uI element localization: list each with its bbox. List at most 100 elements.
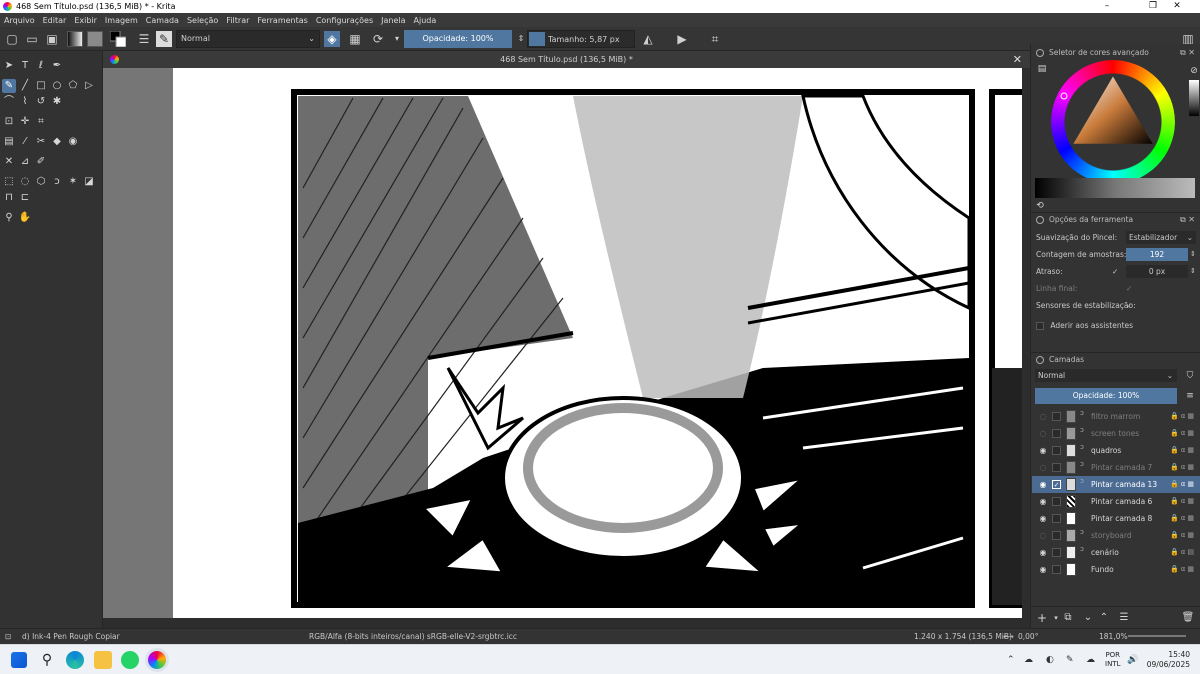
layer-select-checkbox[interactable] — [1052, 446, 1061, 455]
layer-row[interactable]: ◌ ↄ screen tones 🔒α▦ — [1032, 425, 1200, 442]
eye-icon[interactable]: ◉ — [1038, 446, 1048, 455]
line-tool-icon[interactable]: ╱ — [18, 79, 32, 93]
ellipse-select-icon[interactable]: ◌ — [18, 175, 32, 189]
layer-row[interactable]: ◉ Fundo 🔒α▦ — [1032, 561, 1200, 578]
drawing-canvas[interactable] — [103, 68, 1022, 618]
volume-icon[interactable]: 🔊 — [1127, 645, 1138, 674]
layer-row[interactable]: ◉ ↄ quadros 🔒α▦ — [1032, 442, 1200, 459]
color-wheel[interactable] — [1051, 60, 1175, 184]
edit-shapes-icon[interactable]: ℓ — [34, 59, 48, 73]
measure-tool-icon[interactable]: ⊿ — [18, 155, 32, 169]
smoothing-select[interactable]: Estabilizador ⌄ — [1126, 231, 1196, 244]
move-tool-icon[interactable]: ✛ — [18, 115, 32, 129]
layer-lock-icons[interactable]: 🔒α▦ — [1170, 493, 1196, 510]
brush-size-slider[interactable]: Tamanho: 5,87 px — [527, 30, 635, 48]
hidden-eye-icon[interactable]: ◌ — [1038, 429, 1048, 438]
hidden-eye-icon[interactable]: ◌ — [1038, 531, 1048, 540]
bezier-tool-icon[interactable]: ⌒ — [2, 95, 16, 109]
eye-icon[interactable]: ◉ — [1038, 497, 1048, 506]
assistant-tool-icon[interactable]: ✕ — [2, 155, 16, 169]
layer-row[interactable]: ◉ Pintar camada 6 🔒α▦ — [1032, 493, 1200, 510]
new-document-icon[interactable]: ▢ — [4, 31, 20, 47]
value-slider[interactable] — [1189, 80, 1199, 116]
smart-patch-icon[interactable]: ✂ — [34, 135, 48, 149]
bezier-select-icon[interactable]: ⊓ — [2, 191, 16, 205]
layer-select-checkbox[interactable] — [1052, 429, 1061, 438]
samples-input[interactable]: 192 — [1126, 248, 1188, 261]
text-tool-icon[interactable]: T — [18, 59, 32, 73]
freehand-path-icon[interactable]: ⌇ — [18, 95, 32, 109]
layer-properties-icon[interactable]: ☰ — [1117, 611, 1131, 625]
pan-tool-icon[interactable]: ✋ — [18, 211, 32, 225]
krita-taskbar-icon[interactable] — [148, 651, 166, 669]
menu-filtrar[interactable]: Filtrar — [226, 16, 249, 25]
color-picker-icon[interactable]: ⁄ — [18, 135, 32, 149]
similar-select-icon[interactable]: ◪ — [82, 175, 96, 189]
layer-lock-icons[interactable]: 🔒α▦ — [1170, 561, 1196, 578]
zoom-slider[interactable] — [1128, 635, 1186, 637]
menu-ferramentas[interactable]: Ferramentas — [257, 16, 307, 25]
menu-camada[interactable]: Camada — [146, 16, 179, 25]
refresh-icon[interactable]: ⟲ — [1033, 199, 1047, 213]
layer-lock-icons[interactable]: 🔒α▤ — [1170, 544, 1196, 561]
color-settings-icon[interactable]: ▤ — [1035, 62, 1049, 76]
ellipse-tool-icon[interactable]: ○ — [50, 79, 64, 93]
blend-mode-select[interactable]: Normal ⌄ — [176, 30, 320, 48]
freehand-brush-icon[interactable]: ✎ — [2, 79, 16, 93]
crop-tool-icon[interactable]: ⌗ — [34, 115, 48, 129]
tray-network-icon[interactable]: ◐ — [1046, 645, 1054, 674]
layer-row[interactable]: ◌ ↄ storyboard 🔒α▦ — [1032, 527, 1200, 544]
wrap-around-icon[interactable]: ⌗ — [707, 31, 723, 47]
layer-lock-icons[interactable]: 🔒α▦ — [1170, 408, 1196, 425]
polygon-select-icon[interactable]: ⬡ — [34, 175, 48, 189]
layer-select-checkbox[interactable] — [1052, 565, 1061, 574]
close-document-icon[interactable]: ✕ — [1013, 51, 1022, 68]
tray-pen-icon[interactable]: ✎ — [1066, 645, 1074, 674]
delete-layer-icon[interactable]: 🗑 — [1181, 611, 1195, 625]
eraser-mode-icon[interactable]: ◈ — [324, 31, 340, 47]
layer-select-checkbox[interactable] — [1052, 412, 1061, 421]
sensors-checkbox[interactable]: ✓ — [1126, 299, 1132, 312]
status-rotation[interactable]: 0,00° — [1018, 629, 1038, 644]
layer-row[interactable]: ◌ ↄ Pintar camada 7 🔒α▦ — [1032, 459, 1200, 476]
brush-preset-icon[interactable]: ⊡ — [5, 629, 11, 644]
color-history-strip[interactable] — [1035, 178, 1195, 198]
edge-browser-icon[interactable] — [66, 651, 84, 669]
reference-tool-icon[interactable]: ✐ — [34, 155, 48, 169]
samples-stepper-icon[interactable]: ⇕ — [1190, 248, 1196, 261]
filter-icon[interactable]: ⛉ — [1183, 369, 1197, 383]
layer-select-checkbox[interactable] — [1052, 514, 1061, 523]
polyline-tool-icon[interactable]: ▷ — [82, 79, 96, 93]
mirror-horizontal-icon[interactable]: ◭ — [640, 31, 656, 47]
dynamic-brush-icon[interactable]: ↺ — [34, 95, 48, 109]
menu-editar[interactable]: Editar — [43, 16, 67, 25]
layer-select-checkbox[interactable]: ✓ — [1052, 480, 1061, 489]
eye-icon[interactable]: ◉ — [1038, 548, 1048, 557]
opacity-slider[interactable]: Opacidade: 100% — [404, 30, 512, 48]
magnetic-select-icon[interactable]: ⊏ — [18, 191, 32, 205]
clock[interactable]: 15:40 09/06/2025 — [1144, 650, 1190, 670]
freehand-select-icon[interactable]: ↄ — [50, 175, 64, 189]
rect-select-icon[interactable]: ⬚ — [2, 175, 16, 189]
layer-lock-icons[interactable]: 🔒α▦ — [1170, 425, 1196, 442]
reload-preset-icon[interactable]: ⟳ — [370, 31, 386, 47]
move-layer-down-icon[interactable]: ⌄ — [1081, 611, 1095, 625]
magic-wand-icon[interactable]: ✶ — [66, 175, 80, 189]
transform-tool-icon[interactable]: ⊡ — [2, 115, 16, 129]
add-layer-icon[interactable]: + — [1035, 611, 1049, 625]
rectangle-tool-icon[interactable]: □ — [34, 79, 48, 93]
assistants-checkbox[interactable] — [1036, 322, 1044, 330]
layer-menu-icon[interactable]: ≡ — [1183, 389, 1197, 403]
open-document-icon[interactable]: ▭ — [24, 31, 40, 47]
calligraphy-icon[interactable]: ✒ — [50, 59, 64, 73]
move-layer-up-icon[interactable]: ⌃ — [1097, 611, 1111, 625]
delay-stepper-icon[interactable]: ⇕ — [1190, 265, 1196, 278]
layer-opacity-slider[interactable]: Opacidade: 100% — [1035, 388, 1177, 404]
menu-exibir[interactable]: Exibir — [74, 16, 97, 25]
menu-arquivo[interactable]: Arquivo — [4, 16, 35, 25]
select-shapes-icon[interactable]: ➤ — [2, 59, 16, 73]
rotation-icon[interactable]: ⟷ — [1003, 629, 1014, 644]
color-swatch-icon[interactable] — [109, 30, 127, 48]
menu-selecao[interactable]: Seleção — [187, 16, 218, 25]
layer-lock-icons[interactable]: 🔒α▦ — [1170, 527, 1196, 544]
